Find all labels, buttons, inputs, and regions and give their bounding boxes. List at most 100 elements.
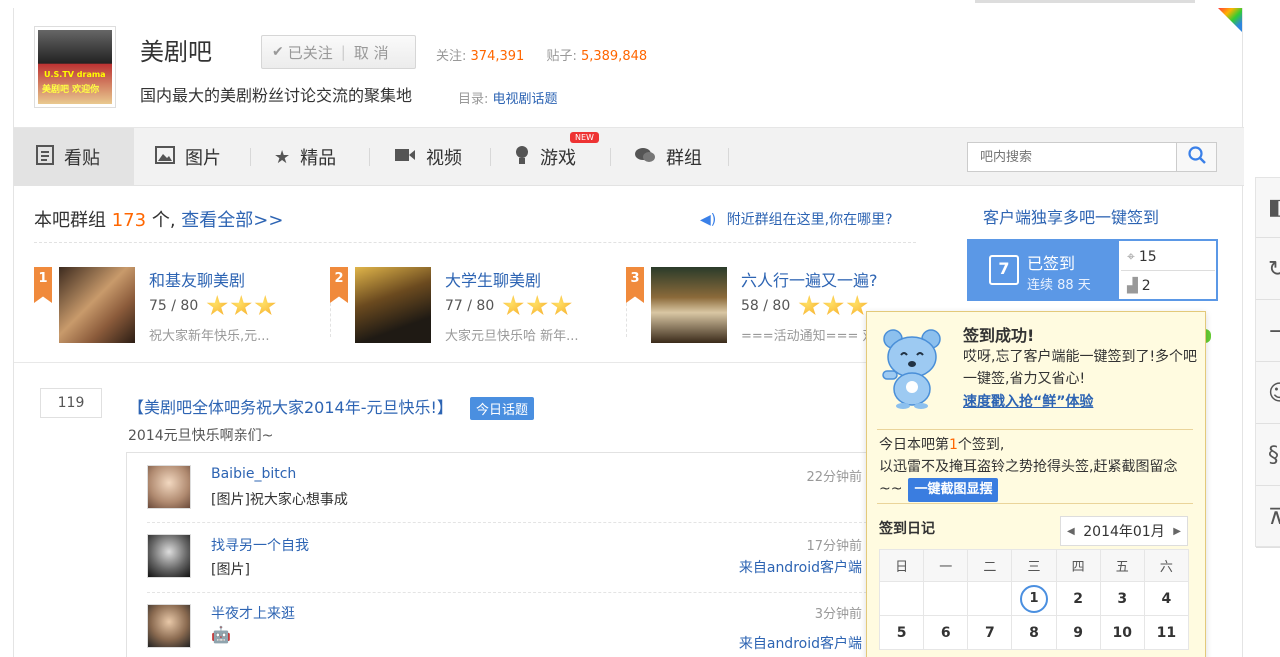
- tab-games[interactable]: 游戏: [514, 128, 576, 186]
- calendar-day[interactable]: 8: [1011, 615, 1057, 650]
- catalog-link[interactable]: 电视剧话题: [493, 92, 558, 107]
- star-icon: [550, 295, 572, 316]
- next-month-arrow-icon[interactable]: ▶: [1173, 526, 1181, 537]
- reply-source[interactable]: 来自android客户端: [739, 633, 862, 653]
- calendar-day: [878, 581, 925, 616]
- reply-item: Baibie_bitch [图片]祝大家心想事成 22分钟前: [127, 453, 872, 523]
- toolbar-refresh-icon[interactable]: ↻: [1256, 240, 1280, 300]
- group-name[interactable]: 和基友聊美剧: [149, 267, 245, 291]
- thread-title-text[interactable]: 【美剧吧全体吧务祝大家2014年-元旦快乐!】: [128, 398, 453, 417]
- group-rating: [204, 295, 276, 317]
- tab-featured-label: 精品: [300, 148, 337, 169]
- calendar-day[interactable]: 4: [1143, 581, 1190, 616]
- forum-title[interactable]: 美剧吧: [140, 32, 212, 67]
- reply-time: 3分钟前: [814, 607, 862, 622]
- signin-rank-value: 15: [1138, 249, 1157, 265]
- tab-featured[interactable]: ★ 精品: [274, 128, 336, 186]
- reply-username[interactable]: 找寻另一个自我: [211, 535, 309, 555]
- star-icon: [798, 295, 820, 316]
- forum-logo-image: U.S.TV drama 美剧吧 欢迎你: [38, 30, 112, 104]
- posts-count: 5,389,848: [580, 49, 648, 64]
- thread-item: 119 【美剧吧全体吧务祝大家2014年-元旦快乐!】 今日话题 2014元旦快…: [14, 364, 929, 657]
- calendar-day[interactable]: 10: [1099, 615, 1145, 650]
- group-member-count: 58 / 80: [741, 298, 791, 314]
- toolbar-user-icon[interactable]: ☺: [1256, 364, 1280, 424]
- calendar-day[interactable]: 7: [967, 615, 1013, 650]
- star-icon: [846, 295, 868, 316]
- calendar-week: 5 6 7 8 9 10 11: [878, 615, 1190, 650]
- topic-tag[interactable]: 今日话题: [470, 397, 535, 420]
- forum-logo[interactable]: U.S.TV drama 美剧吧 欢迎你: [34, 26, 116, 108]
- group-card[interactable]: 1 和基友聊美剧 75 / 80 祝大家新年快乐,元...: [34, 267, 324, 347]
- group-meta: 77 / 80: [445, 295, 572, 317]
- groups-count: 173: [111, 210, 147, 231]
- nearby-groups-link[interactable]: ◀) 附近群组在这里,你在哪里?: [700, 209, 893, 229]
- toolbar-top-icon[interactable]: ⊼: [1256, 488, 1280, 548]
- forum-search-input[interactable]: [967, 142, 1177, 172]
- group-member-count: 75 / 80: [149, 298, 199, 314]
- reply-username[interactable]: Baibie_bitch: [211, 466, 296, 482]
- avatar[interactable]: [147, 604, 191, 648]
- toolbar-doc-icon[interactable]: ◧: [1256, 178, 1280, 238]
- reply-count: 119: [40, 388, 102, 418]
- group-card[interactable]: 2 大学生聊美剧 77 / 80 大家元旦快乐哈 新年...: [330, 267, 620, 347]
- group-thumbnail[interactable]: [651, 267, 727, 343]
- calendar-day[interactable]: 5: [878, 615, 925, 650]
- group-thumbnail[interactable]: [59, 267, 135, 343]
- today-marker: 1: [1019, 584, 1048, 613]
- toolbar-minus-icon[interactable]: −: [1256, 302, 1280, 362]
- group-name[interactable]: 六人行一遍又一遍?: [741, 267, 878, 291]
- reply-username[interactable]: 半夜才上来逛: [211, 603, 295, 623]
- tab-separator: [250, 148, 251, 166]
- forum-header: U.S.TV drama 美剧吧 欢迎你 美剧吧 ✔ 已关注 | 取 消 关注:…: [14, 8, 1244, 128]
- tab-images[interactable]: 图片: [155, 128, 221, 186]
- calendar-day[interactable]: 2: [1055, 581, 1101, 616]
- tab-groups[interactable]: 群组: [634, 128, 702, 186]
- group-thumbnail[interactable]: [355, 267, 431, 343]
- video-icon: [394, 147, 416, 168]
- signin-divider: [1121, 270, 1215, 271]
- signin-promo-link[interactable]: 客户端独享多吧一键签到: [983, 204, 1159, 228]
- group-name[interactable]: 大学生聊美剧: [445, 267, 541, 291]
- calendar-day[interactable]: 6: [923, 615, 969, 650]
- star-icon: ★: [274, 146, 291, 168]
- reply-time: 17分钟前: [806, 539, 862, 554]
- calendar-day[interactable]: 11: [1143, 615, 1190, 650]
- game-icon: [514, 145, 530, 170]
- weekday-label: 三: [1011, 549, 1057, 582]
- groups-title-suffix: 个,: [151, 210, 176, 231]
- prev-month-arrow-icon[interactable]: ◀: [1067, 526, 1075, 537]
- signin-box: 7 已签到 连续 88 天 ⌖ 15 ▟ 2: [967, 239, 1218, 301]
- follow-button[interactable]: ✔ 已关注 | 取 消: [261, 35, 416, 69]
- star-icon: [206, 295, 228, 316]
- document-icon: [36, 144, 54, 170]
- avatar[interactable]: [147, 534, 191, 578]
- avatar[interactable]: [147, 465, 191, 509]
- signin-button[interactable]: 7 已签到 连续 88 天: [969, 241, 1119, 299]
- chat-icon: [634, 146, 656, 169]
- weekday-label: 六: [1143, 549, 1190, 582]
- groups-title: 本吧群组 173 个, 查看全部>>: [34, 206, 283, 232]
- bear-mascot-icon: [879, 327, 945, 409]
- tab-posts-label: 看贴: [64, 148, 100, 169]
- view-all-groups-link[interactable]: 查看全部>>: [181, 210, 283, 231]
- rank-number: 1: [949, 437, 958, 453]
- client-download-link[interactable]: 速度戳入抢“鲜”体验: [963, 391, 1093, 411]
- group-note: ===活动通知=== 双: [741, 329, 876, 344]
- thread-title[interactable]: 【美剧吧全体吧务祝大家2014年-元旦快乐!】 今日话题: [128, 394, 535, 420]
- forum-description: 国内最大的美剧粉丝讨论交流的聚集地: [140, 86, 413, 105]
- screenshot-button[interactable]: 一键截图显摆: [908, 478, 999, 502]
- tab-videos[interactable]: 视频: [394, 128, 462, 186]
- reply-source[interactable]: 来自android客户端: [739, 557, 862, 577]
- tab-posts[interactable]: 看贴: [14, 128, 134, 186]
- search-button[interactable]: [1177, 142, 1217, 172]
- thread-excerpt: 2014元旦快乐啊亲们~: [128, 428, 274, 444]
- unfollow-button[interactable]: 取 消: [354, 42, 389, 63]
- calendar-day[interactable]: 9: [1055, 615, 1101, 650]
- weekday-label: 日: [878, 549, 925, 582]
- toolbar-settings-icon[interactable]: §: [1256, 426, 1280, 486]
- calendar-week: 1 2 3 4: [878, 581, 1190, 616]
- calendar-day-today[interactable]: 1: [1011, 581, 1057, 616]
- calendar-day[interactable]: 3: [1099, 581, 1145, 616]
- tab-separator: [490, 148, 491, 166]
